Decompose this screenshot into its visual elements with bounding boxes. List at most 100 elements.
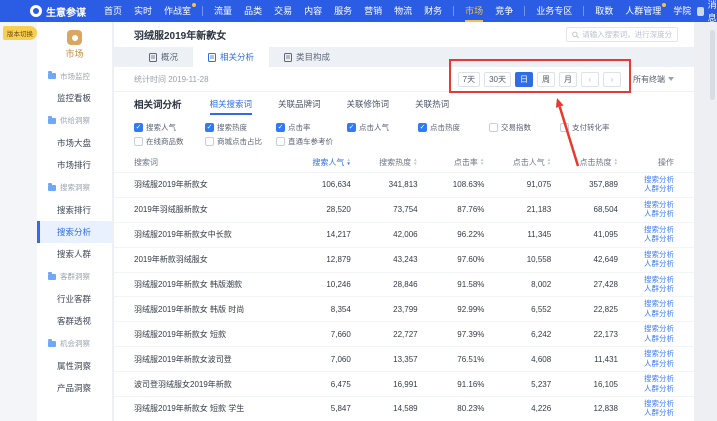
search-input[interactable] <box>582 30 672 39</box>
range-button[interactable]: ‹ <box>581 72 599 87</box>
nav-divider <box>202 6 203 16</box>
nav-item[interactable]: 市场 <box>459 0 489 22</box>
metric-checkbox[interactable]: 直通车参考价 <box>276 136 347 147</box>
sidebar-item[interactable]: 属性洞察 <box>37 355 112 377</box>
metric-checkbox[interactable]: 商城点击占比 <box>205 136 276 147</box>
search-analysis-link[interactable]: 搜索分析 <box>644 226 674 235</box>
column-header[interactable]: 点击热度▲▼ <box>551 157 618 168</box>
range-button[interactable]: 日 <box>515 72 533 87</box>
nav-user-label: 消息 <box>708 0 717 24</box>
nav-item[interactable]: 流量 <box>208 0 238 22</box>
keyword-cell: 羽绒服2019年新款女 <box>134 179 284 190</box>
market-module-icon[interactable] <box>67 30 82 45</box>
crowd-analysis-link[interactable]: 人群分析 <box>644 310 674 319</box>
column-header[interactable]: 点击人气▲▼ <box>484 157 551 168</box>
crowd-analysis-link[interactable]: 人群分析 <box>644 235 674 244</box>
search-analysis-link[interactable]: 搜索分析 <box>644 375 674 384</box>
nav-item[interactable]: 物流 <box>388 0 418 22</box>
search-analysis-link[interactable]: 搜索分析 <box>644 276 674 285</box>
range-button[interactable]: 30天 <box>484 72 511 87</box>
metric-checkbox[interactable]: 点击率 <box>276 122 347 133</box>
metric-cell: 10,558 <box>484 255 551 264</box>
metric-cell: 41,095 <box>551 230 618 239</box>
range-button[interactable]: 月 <box>559 72 577 87</box>
keyword-cell: 羽绒服2019年新款女 短款 学生 <box>134 403 284 414</box>
tab[interactable]: 概况 <box>134 47 193 67</box>
column-header: 搜索词 <box>134 157 284 168</box>
metric-checkbox[interactable]: 搜索热度 <box>205 122 276 133</box>
metric-checkbox[interactable]: 在线商品数 <box>134 136 205 147</box>
search-analysis-link[interactable]: 搜索分析 <box>644 251 674 260</box>
crowd-analysis-link[interactable]: 人群分析 <box>644 185 674 194</box>
crowd-analysis-link[interactable]: 人群分析 <box>644 409 674 418</box>
nav-item[interactable]: 交易 <box>268 0 298 22</box>
row-actions: 搜索分析人群分析 <box>618 400 674 418</box>
metric-checkbox[interactable]: 点击人气 <box>347 122 418 133</box>
nav-item[interactable]: 营销 <box>358 0 388 22</box>
search-analysis-link[interactable]: 搜索分析 <box>644 325 674 334</box>
nav-item[interactable]: 内容 <box>298 0 328 22</box>
sidebar-group-label[interactable]: 客群洞察 <box>37 266 112 288</box>
range-button[interactable]: 周 <box>537 72 555 87</box>
metric-checkbox[interactable]: 搜索人气 <box>134 122 205 133</box>
nav-item[interactable]: 实时 <box>128 0 158 22</box>
sidebar-item[interactable]: 搜索排行 <box>37 199 112 221</box>
nav-item[interactable]: 竞争 <box>489 0 519 22</box>
nav-item[interactable]: 品类 <box>238 0 268 22</box>
sidebar-item[interactable]: 搜索分析 <box>37 221 112 243</box>
column-header[interactable]: 搜索人气▲▼ <box>284 157 351 168</box>
sidebar-item[interactable]: 市场大盘 <box>37 132 112 154</box>
terminal-filter[interactable]: 所有终端 <box>633 74 674 85</box>
metric-cell: 7,060 <box>284 355 351 364</box>
sidebar-item[interactable]: 监控看板 <box>37 87 112 109</box>
crowd-analysis-link[interactable]: 人群分析 <box>644 260 674 269</box>
sidebar-item[interactable]: 搜索人群 <box>37 243 112 265</box>
metric-cell: 5,847 <box>284 404 351 413</box>
crowd-analysis-link[interactable]: 人群分析 <box>644 360 674 369</box>
metric-checkbox[interactable]: 支付转化率 <box>560 122 631 133</box>
sidebar-item[interactable]: 行业客群 <box>37 288 112 310</box>
crowd-analysis-link[interactable]: 人群分析 <box>644 210 674 219</box>
column-header[interactable]: 点击率▲▼ <box>418 157 485 168</box>
nav-item[interactable]: 人群管理 <box>619 0 667 22</box>
app-logo[interactable]: 生意参谋 <box>30 4 86 19</box>
nav-divider <box>524 6 525 16</box>
tab[interactable]: 相关分析 <box>193 47 269 67</box>
sidebar-item[interactable]: 市场排行 <box>37 154 112 176</box>
nav-user-area[interactable]: 消息 <box>697 0 717 24</box>
search-analysis-link[interactable]: 搜索分析 <box>644 300 674 309</box>
crowd-analysis-link[interactable]: 人群分析 <box>644 285 674 294</box>
subtab[interactable]: 相关搜索词 <box>210 92 253 115</box>
tab[interactable]: 类目构成 <box>269 47 345 67</box>
nav-item[interactable]: 服务 <box>328 0 358 22</box>
sidebar-item[interactable]: 客群透视 <box>37 310 112 332</box>
nav-item[interactable]: 取数 <box>589 0 619 22</box>
nav-divider <box>583 6 584 16</box>
range-button[interactable]: 7天 <box>458 72 480 87</box>
version-tag[interactable]: 版本切换 <box>3 26 37 40</box>
sidebar-item[interactable]: 产品洞察 <box>37 377 112 399</box>
nav-item[interactable]: 首页 <box>98 0 128 22</box>
sidebar-group-label[interactable]: 搜索洞察 <box>37 176 112 198</box>
subtab[interactable]: 关联修饰词 <box>347 92 390 115</box>
subtab[interactable]: 关联热词 <box>415 92 449 115</box>
nav-item[interactable]: 业务专区 <box>530 0 578 22</box>
keyword-search-box[interactable] <box>566 27 678 42</box>
search-analysis-link[interactable]: 搜索分析 <box>644 350 674 359</box>
metric-checkbox[interactable]: 点击热度 <box>418 122 489 133</box>
nav-item[interactable]: 学院 <box>667 0 697 22</box>
range-button[interactable]: › <box>603 72 621 87</box>
nav-item[interactable]: 财务 <box>418 0 448 22</box>
scrollbar[interactable] <box>710 30 715 100</box>
column-header[interactable]: 搜索热度▲▼ <box>351 157 418 168</box>
sidebar-group-label[interactable]: 供给洞察 <box>37 110 112 132</box>
crowd-analysis-link[interactable]: 人群分析 <box>644 385 674 394</box>
crowd-analysis-link[interactable]: 人群分析 <box>644 335 674 344</box>
nav-item[interactable]: 作战室 <box>158 0 197 22</box>
metric-checkbox[interactable]: 交易指数 <box>489 122 560 133</box>
sidebar-group-label[interactable]: 机会洞察 <box>37 333 112 355</box>
subtab-list: 相关搜索词 关联品牌词 关联修饰词 关联热词 <box>210 92 476 115</box>
subtab[interactable]: 关联品牌词 <box>278 92 321 115</box>
row-actions: 搜索分析人群分析 <box>618 276 674 294</box>
sidebar-group-label[interactable]: 市场监控 <box>37 65 112 87</box>
